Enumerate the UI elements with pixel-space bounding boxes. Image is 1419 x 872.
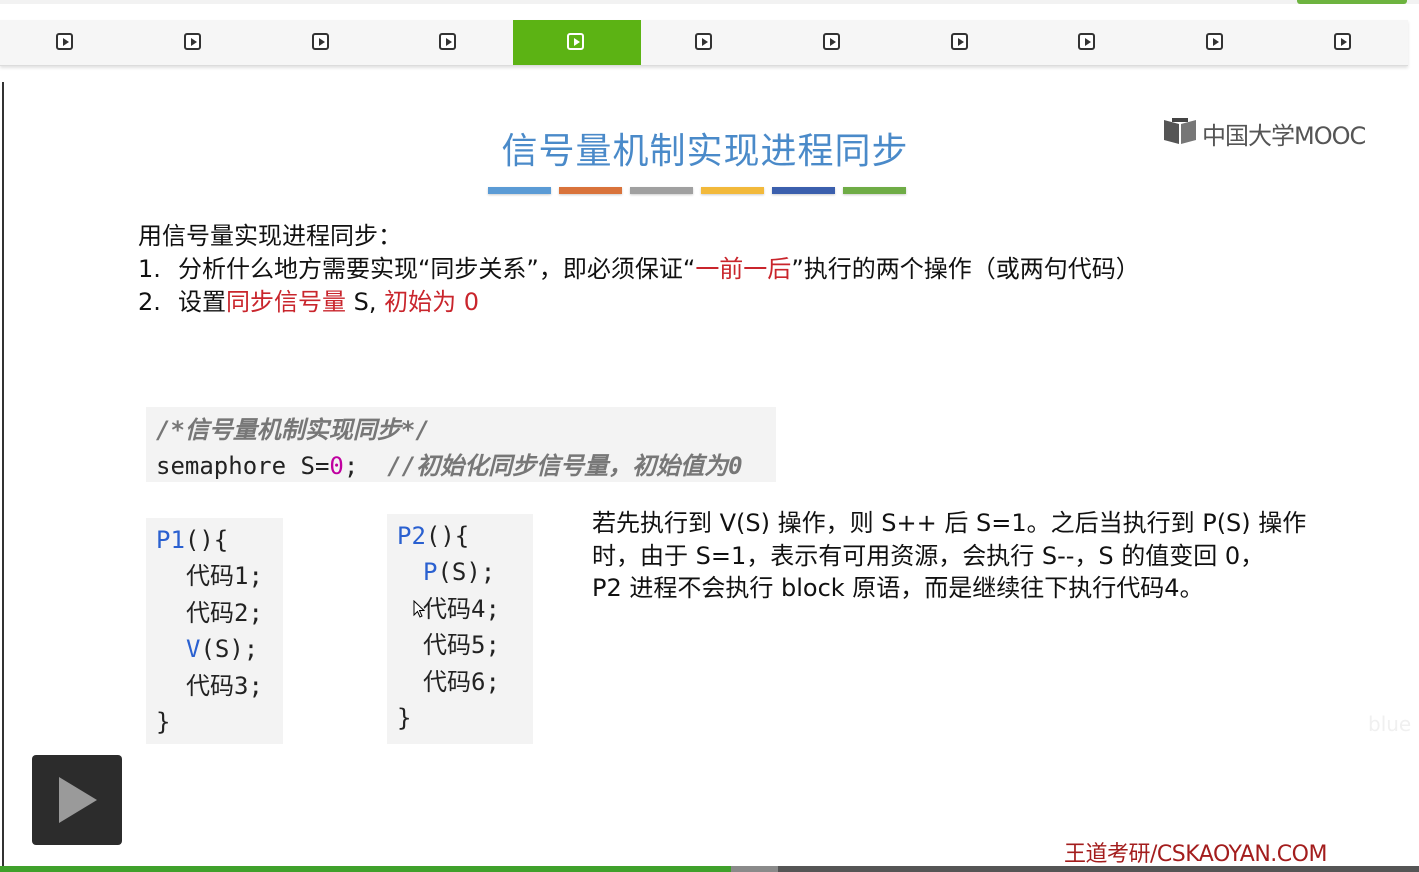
explanation-line-3: P2 进程不会执行 block 原语，而是继续往下执行代码4。 [592,574,1204,602]
p2-p-args: (S); [437,558,496,586]
step-2-text-a: 设置 [178,288,226,316]
code-decl-line: semaphore S=0; //初始化同步信号量，初始值为0 [156,446,743,481]
title-color-bar [772,187,835,194]
chapter-tab-3[interactable] [258,20,386,65]
play-square-icon [1206,33,1224,50]
explanation-line-1: 若先执行到 V(S) 操作，则 S++ 后 S=1。之后当执行到 P(S) 操作 [592,509,1307,537]
p2-close: } [397,704,412,732]
p1-line-1: 代码1; [186,562,263,590]
slide-title: 信号量机制实现进程同步 [501,131,909,172]
mooc-logo-text: 中国大学MOOC [1202,122,1366,150]
chapter-tab-6[interactable] [641,20,769,65]
p2-line-1: P(S); [423,554,495,591]
p1-v-args: (S); [200,635,259,663]
p1-line-2: 代码2; [186,599,263,627]
play-icon [59,777,97,823]
p1-code-block: P1(){ 代码1; 代码2; V(S); 代码3; } [146,518,283,744]
slide-body: 用信号量实现进程同步： 1. 分析什么地方需要实现“同步关系”，即必须保证“一前一… [138,220,1140,319]
step-2-num: 2. [138,288,161,316]
left-frame-line [2,82,4,868]
step-2: 2. 设置同步信号量 S, 初始为 0 [138,286,1140,319]
title-color-bar [488,187,551,194]
top-accent [1297,0,1407,4]
progress-played [0,866,731,872]
code-decl-keyword: semaphore S= [156,452,330,480]
chapter-tab-8[interactable] [897,20,1025,65]
code-decl-comment: //初始化同步信号量，初始值为0 [387,452,743,480]
play-button[interactable] [32,755,122,845]
step-2-text-b: S, [346,288,385,316]
step-1-text-a: 分析什么地方需要实现“同步关系”，即必须保证“ [178,255,696,283]
chapter-nav-bar [0,20,1408,66]
title-color-bar [559,187,622,194]
mouse-cursor-icon [413,600,425,618]
explanation-text: 若先执行到 V(S) 操作，则 S++ 后 S=1。之后当执行到 P(S) 操作… [592,507,1312,605]
step-1-num: 1. [138,255,161,283]
step-2-highlight-2: 初始为 0 [384,288,480,316]
play-square-icon [56,33,73,50]
semaphore-declaration-code: /*信号量机制实现同步*/ semaphore S=0; //初始化同步信号量，… [146,407,776,482]
play-square-icon [950,33,968,50]
play-square-icon [695,33,712,50]
chapter-tab-5[interactable] [513,20,642,65]
p2-header-rest: (){ [425,522,470,550]
play-square-icon [439,33,457,50]
step-1-text-b: ”执行的两个操作（或两句代码） [791,255,1140,283]
play-square-icon [311,33,329,50]
play-square-icon [822,33,840,50]
p1-header-rest: (){ [184,526,229,554]
p2-line-4: 代码6; [423,668,500,696]
p2-line-2: 代码4; [423,595,500,623]
p2-line-3: 代码5; [423,631,500,659]
intro-line: 用信号量实现进程同步： [138,222,402,250]
mooc-book-icon [1164,118,1196,144]
code-comment-line: /*信号量机制实现同步*/ [156,416,430,444]
chapter-tab-2[interactable] [130,20,258,65]
chapter-tab-9[interactable] [1024,20,1152,65]
p2-header: P2(){ [397,518,469,555]
p1-v-op: V [186,635,201,663]
step-1-highlight: 一前一后 [695,255,792,283]
title-color-bar [701,187,764,194]
p2-code-block: P2(){ P(S); 代码4; 代码5; 代码6; } [387,514,533,744]
code-decl-semicolon: ; [343,452,359,480]
video-progress-bar[interactable] [0,866,1419,872]
step-1: 1. 分析什么地方需要实现“同步关系”，即必须保证“一前一后”执行的两个操作（或两… [138,253,1140,286]
play-square-icon [183,33,201,50]
play-square-icon [1334,33,1351,50]
p2-name: P2 [397,522,426,550]
p1-line-3: V(S); [186,631,258,668]
p2-p-op: P [423,558,438,586]
p1-line-4: 代码3; [186,672,263,700]
chapter-tab-4[interactable] [385,20,513,65]
step-2-highlight-1: 同步信号量 [226,288,346,316]
title-color-bar [630,187,693,194]
code-decl-value: 0 [329,452,344,480]
play-square-icon [1078,33,1096,50]
p1-close: } [156,708,171,736]
play-square-icon [567,33,585,50]
chapter-tab-10[interactable] [1152,20,1280,65]
chapter-tab-7[interactable] [769,20,897,65]
watermark-text: blue [1368,712,1412,736]
title-color-bar [843,187,906,194]
footer-brand: 王道考研/CSKAOYAN.COM [1064,842,1327,867]
chapter-tab-11[interactable] [1280,20,1408,65]
chapter-tab-1[interactable] [2,20,130,65]
explanation-line-2: 时，由于 S=1，表示有可用资源，会执行 S--，S 的值变回 0， [592,541,1265,570]
p1-header: P1(){ [156,522,228,559]
top-strip [0,0,1419,4]
p1-name: P1 [156,526,185,554]
